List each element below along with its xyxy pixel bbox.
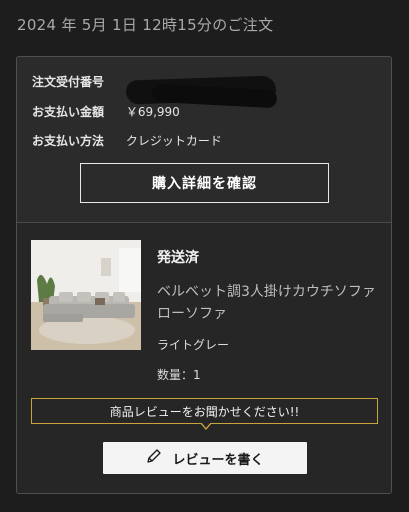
order-card: 注文受付番号 お支払い金額 ￥69,990 お支払い方法 クレジットカード 購入… [16, 56, 392, 494]
shipping-status: 発送済 [157, 250, 199, 266]
order-number-label: 注文受付番号 [32, 75, 105, 89]
payment-method-row: お支払い方法 クレジットカード [32, 132, 222, 149]
product-color: ライトグレー [157, 338, 230, 352]
payment-amount-row: お支払い金額 ￥69,990 [32, 103, 180, 120]
purchase-detail-button[interactable]: 購入詳細を確認 [80, 163, 329, 203]
payment-amount-value: ￥69,990 [125, 105, 180, 119]
sofa-photo [31, 240, 141, 350]
order-number-row: 注文受付番号 [32, 73, 278, 109]
pen-icon [146, 448, 162, 468]
product-quantity: 数量：1 [157, 368, 201, 382]
payment-amount-label: お支払い金額 [32, 105, 105, 119]
payment-method-label: お支払い方法 [32, 134, 105, 148]
product-image[interactable] [31, 240, 141, 350]
write-review-button[interactable]: レビューを書く [103, 442, 307, 474]
review-prompt-bubble: 商品レビューをお聞かせください!! [31, 398, 378, 424]
write-review-label: レビューを書く [172, 452, 264, 468]
product-name[interactable]: ベルベット調3人掛けカウチソファ ローソファ [157, 281, 377, 325]
bubble-tail-inner [201, 422, 211, 428]
order-summary: 注文受付番号 お支払い金額 ￥69,990 お支払い方法 クレジットカード 購入… [17, 57, 391, 223]
payment-method-value: クレジットカード [125, 134, 222, 148]
order-date-title: 2024 年 5月 1日 12時15分のご注文 [17, 16, 274, 34]
